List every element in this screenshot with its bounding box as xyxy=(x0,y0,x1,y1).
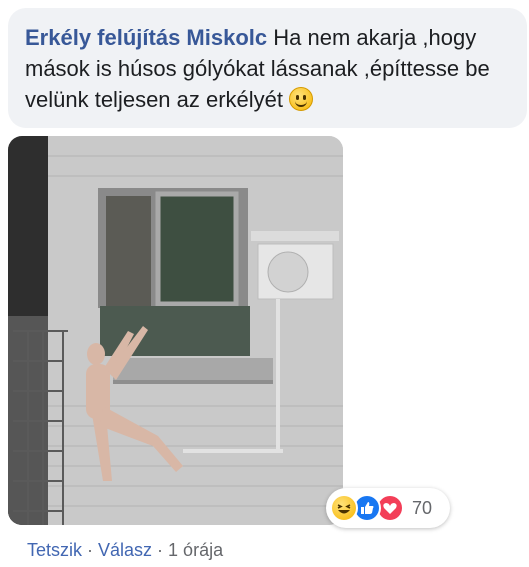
timestamp[interactable]: 1 órája xyxy=(168,540,223,560)
separator-dot: · xyxy=(87,540,94,560)
comment-photo[interactable] xyxy=(8,136,343,525)
comment-actions: Tetszik · Válasz · 1 órája xyxy=(27,540,223,561)
reply-link[interactable]: Válasz xyxy=(98,540,152,560)
like-link[interactable]: Tetszik xyxy=(27,540,82,560)
haha-reaction-icon xyxy=(330,494,358,522)
reaction-summary[interactable]: 70 xyxy=(326,488,450,528)
building-photo-illustration xyxy=(8,136,343,525)
slightly-smiling-face-icon xyxy=(289,87,314,111)
separator-dot: · xyxy=(157,540,164,560)
comment-author-link[interactable]: Erkély felújítás Miskolc xyxy=(25,25,267,50)
comment-bubble: Erkély felújítás Miskolc Ha nem akarja ,… xyxy=(8,8,527,128)
reaction-count: 70 xyxy=(412,497,433,518)
